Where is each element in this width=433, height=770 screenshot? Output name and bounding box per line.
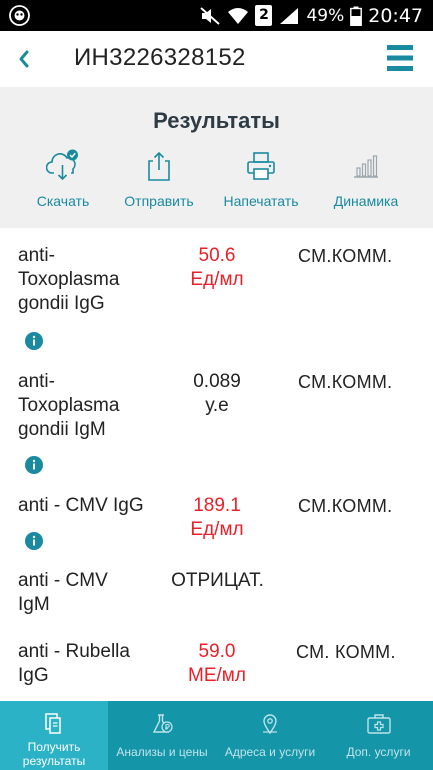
result-value: ОТРИЦАТ. — [160, 569, 275, 593]
test-name-line: gondii IgG — [18, 293, 105, 314]
dynamics-button[interactable]: Динамика — [316, 145, 416, 215]
test-name-line: IgG — [18, 665, 49, 686]
result-unit: у.е — [205, 395, 229, 416]
test-name: anti - CMV IgG — [18, 494, 144, 518]
test-name: anti- Toxoplasma gondii IgM — [18, 370, 119, 442]
result-number: 0.089 — [193, 371, 241, 392]
map-pin-icon — [263, 714, 277, 735]
nav-label-line: Получить — [27, 740, 81, 754]
test-name-line: anti - CMV IgG — [18, 495, 144, 516]
send-button[interactable]: Отправить — [109, 145, 209, 215]
download-label: Скачать — [36, 193, 90, 209]
test-name: anti - CMV IgM — [18, 569, 108, 617]
documents-icon — [45, 713, 61, 734]
bar-chart-icon — [354, 155, 378, 178]
wifi-icon — [228, 7, 249, 24]
test-name: anti - Rubella IgG — [18, 640, 130, 688]
test-name-line: anti - CMV — [18, 570, 108, 591]
result-row[interactable]: anti- Toxoplasma gondii IgM 0.089 у.е СМ… — [0, 370, 433, 480]
nav-label-line: результаты — [22, 754, 86, 768]
result-number: 59.0 — [198, 641, 236, 662]
result-number: 189.1 — [193, 495, 241, 516]
result-value: 189.1 Ед/мл — [168, 494, 266, 542]
page-title: Результаты — [153, 108, 280, 133]
hamburger-icon — [387, 45, 413, 71]
test-name-line: IgM — [18, 594, 50, 615]
result-unit: Ед/мл — [190, 519, 244, 540]
info-icon[interactable] — [25, 332, 43, 350]
test-name-line: Toxoplasma — [18, 269, 120, 290]
print-button[interactable]: Напечатать — [211, 145, 311, 215]
download-button[interactable]: Скачать — [13, 145, 113, 215]
nav-tests-prices[interactable]: Анализы и цены — [108, 701, 216, 770]
send-label: Отправить — [124, 193, 194, 209]
info-icon[interactable] — [25, 456, 43, 474]
results-list: anti- Toxoplasma gondii IgG 50.6 Ед/мл С… — [0, 228, 433, 701]
result-row[interactable]: anti - CMV IgM ОТРИЦАТ. — [0, 569, 433, 621]
order-id-title: ИН3226328152 — [74, 44, 246, 71]
app-notification-icon — [9, 5, 30, 26]
result-unit: Ед/мл — [190, 269, 244, 290]
dynamics-label: Динамика — [333, 193, 399, 209]
result-row[interactable]: anti- Toxoplasma gondii IgG 50.6 Ед/мл С… — [0, 244, 433, 354]
test-name-line: Toxoplasma — [18, 395, 120, 416]
share-icon — [148, 151, 170, 181]
sim-indicator: 2 — [255, 5, 273, 26]
results-panel: Результаты Скачать Отправить Напечатать … — [0, 87, 433, 228]
flask-ruble-icon — [152, 714, 173, 733]
info-icon[interactable] — [25, 532, 43, 550]
test-name-line: anti - Rubella — [18, 641, 130, 662]
battery-icon — [350, 6, 363, 26]
menu-button[interactable] — [387, 44, 413, 72]
print-label: Напечатать — [223, 193, 299, 209]
test-name-line: anti- — [18, 371, 55, 392]
cloud-download-icon — [46, 149, 78, 181]
mute-icon — [200, 6, 221, 25]
result-number: 50.6 — [198, 245, 236, 266]
test-name-line: gondii IgM — [18, 419, 106, 440]
result-comment: СМ.КОММ. — [298, 372, 393, 392]
nav-label: Получить результаты — [0, 740, 108, 768]
signal-icon — [280, 7, 299, 24]
result-value: 50.6 Ед/мл — [168, 244, 266, 292]
result-value: 0.089 у.е — [168, 370, 266, 418]
result-number: ОТРИЦАТ. — [171, 570, 264, 591]
battery-percent: 49% — [306, 5, 345, 26]
nav-label: Анализы и цены — [116, 745, 208, 759]
printer-icon — [247, 152, 275, 180]
result-row[interactable]: anti - Rubella IgG 59.0 МЕ/мл СМ. КОММ. — [0, 640, 433, 692]
status-bar: 2 49% 20:47 — [0, 0, 433, 31]
clock: 20:47 — [368, 4, 423, 27]
bottom-navigation: Получить результаты Анализы и цены Адрес… — [0, 701, 433, 770]
result-comment: СМ.КОММ. — [298, 496, 393, 516]
nav-get-results[interactable]: Получить результаты — [0, 701, 108, 770]
result-comment: СМ. КОММ. — [296, 642, 396, 662]
app-header: ИН3226328152 — [0, 31, 433, 87]
result-comment: СМ.КОММ. — [298, 246, 393, 266]
result-row[interactable]: anti - CMV IgG 189.1 Ед/мл СМ.КОММ. — [0, 494, 433, 556]
medical-kit-icon — [366, 714, 391, 734]
nav-label: Доп. услуги — [346, 745, 411, 759]
nav-extra-services[interactable]: Доп. услуги — [324, 701, 433, 770]
nav-label: Адреса и услуги — [224, 745, 316, 759]
test-name-line: anti- — [18, 245, 55, 266]
result-unit: МЕ/мл — [188, 665, 246, 686]
chevron-left-icon — [19, 50, 29, 68]
result-value: 59.0 МЕ/мл — [168, 640, 266, 688]
test-name: anti- Toxoplasma gondii IgG — [18, 244, 119, 316]
back-button[interactable] — [12, 41, 38, 77]
nav-addresses-services[interactable]: Адреса и услуги — [216, 701, 324, 770]
action-bar: Скачать Отправить Напечатать Динамика — [0, 145, 433, 225]
